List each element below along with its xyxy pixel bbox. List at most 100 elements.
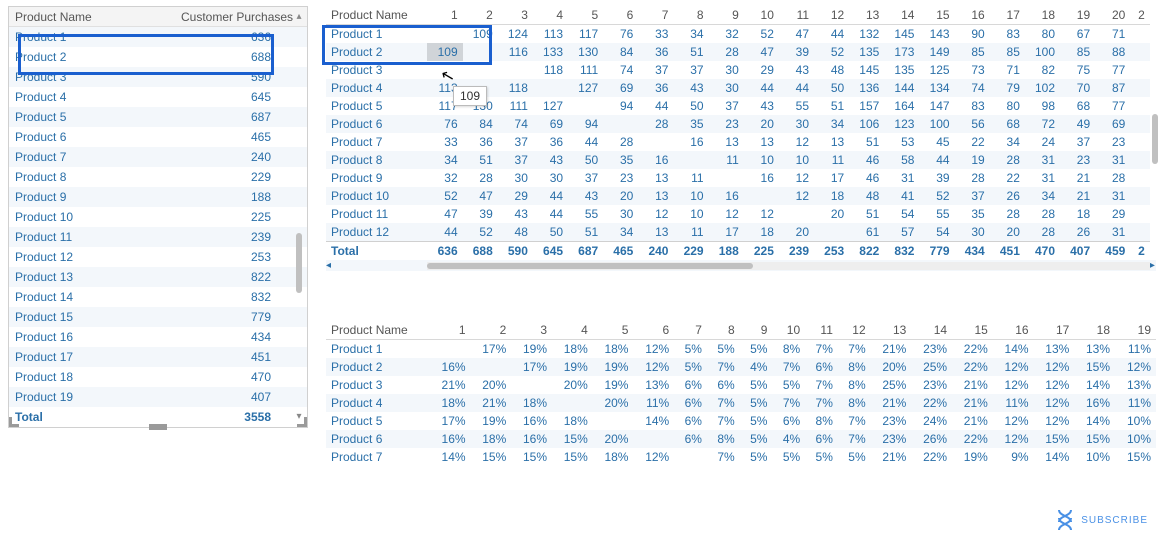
data-cell[interactable]: 106 (849, 115, 884, 133)
data-cell[interactable]: 30 (955, 223, 990, 242)
table-row[interactable]: Product 13822 (9, 267, 307, 287)
data-cell[interactable] (673, 151, 708, 169)
data-cell[interactable]: 15% (552, 430, 593, 448)
data-cell[interactable]: 31 (1025, 169, 1060, 187)
data-cell[interactable]: 19% (952, 448, 993, 466)
data-cell[interactable]: 16% (511, 430, 552, 448)
data-cell[interactable]: 77 (1095, 97, 1130, 115)
col-header[interactable]: 12 (838, 321, 871, 340)
col-header[interactable]: 8 (707, 321, 740, 340)
data-cell[interactable]: 12% (993, 430, 1034, 448)
data-cell[interactable]: 30 (603, 205, 638, 223)
data-cell[interactable]: 69 (603, 79, 638, 97)
col-header[interactable]: 11 (805, 321, 838, 340)
data-cell[interactable]: 37 (1060, 133, 1095, 151)
data-cell[interactable] (463, 43, 498, 61)
data-cell[interactable]: 100 (919, 115, 954, 133)
data-cell[interactable]: 37 (498, 133, 533, 151)
data-cell[interactable]: 28 (1025, 205, 1060, 223)
data-cell[interactable]: 113 (427, 79, 462, 97)
data-cell[interactable]: 20 (814, 205, 849, 223)
table-row[interactable]: Product 616%18%16%15%20%6%8%5%4%6%7%23%2… (326, 430, 1156, 448)
data-cell[interactable]: 35 (955, 205, 990, 223)
data-cell[interactable]: 15% (552, 448, 593, 466)
table-row[interactable]: Product 9188 (9, 187, 307, 207)
data-cell[interactable]: 109 (463, 25, 498, 44)
data-cell[interactable]: 136 (849, 79, 884, 97)
data-cell[interactable]: 14% (993, 340, 1034, 359)
data-cell[interactable]: 51 (849, 205, 884, 223)
data-cell[interactable]: 117 (427, 97, 462, 115)
data-cell[interactable]: 55 (779, 97, 814, 115)
scroll-right-icon[interactable]: ▸ (1150, 260, 1156, 271)
data-cell[interactable] (1130, 25, 1150, 44)
data-cell[interactable]: 16 (673, 133, 708, 151)
data-cell[interactable]: 123 (884, 115, 919, 133)
data-cell[interactable]: 11% (1115, 340, 1156, 359)
data-cell[interactable]: 43 (498, 205, 533, 223)
data-cell[interactable]: 12% (1034, 412, 1075, 430)
data-cell[interactable]: 118 (498, 79, 533, 97)
data-cell[interactable]: 5% (707, 340, 740, 359)
data-cell[interactable]: 20% (471, 376, 512, 394)
data-cell[interactable]: 37 (568, 169, 603, 187)
data-cell[interactable]: 5% (740, 340, 773, 359)
data-cell[interactable]: 88 (1095, 43, 1130, 61)
data-cell[interactable]: 23% (871, 430, 912, 448)
data-cell[interactable]: 43 (568, 187, 603, 205)
data-cell[interactable]: 109 (427, 43, 462, 61)
data-cell[interactable]: 5% (740, 448, 773, 466)
data-cell[interactable]: 34 (673, 25, 708, 44)
col-header[interactable]: 7 (638, 6, 673, 25)
data-cell[interactable]: 23% (911, 376, 952, 394)
col-header[interactable]: 3 (498, 6, 533, 25)
data-cell[interactable]: 7% (772, 394, 805, 412)
data-cell[interactable]: 39 (463, 205, 498, 223)
data-cell[interactable]: 98 (1025, 97, 1060, 115)
data-cell[interactable]: 8% (838, 376, 871, 394)
data-cell[interactable]: 44 (638, 97, 673, 115)
data-cell[interactable]: 21% (430, 376, 471, 394)
data-cell[interactable]: 10% (1115, 430, 1156, 448)
data-cell[interactable]: 67 (1060, 25, 1095, 44)
data-cell[interactable]: 14% (633, 412, 674, 430)
table-row[interactable]: Product 14832 (9, 287, 307, 307)
table-row[interactable]: Product 10225 (9, 207, 307, 227)
data-cell[interactable]: 8% (772, 340, 805, 359)
data-cell[interactable]: 12% (1034, 358, 1075, 376)
data-cell[interactable]: 28 (990, 151, 1025, 169)
data-cell[interactable] (552, 394, 593, 412)
table-row[interactable]: Product 12445248505134131117182061575430… (326, 223, 1156, 242)
data-cell[interactable]: 21% (871, 448, 912, 466)
data-cell[interactable]: 6% (674, 394, 707, 412)
data-cell[interactable]: 12% (633, 448, 674, 466)
data-cell[interactable]: 51 (849, 133, 884, 151)
scroll-thumb[interactable] (296, 233, 302, 293)
data-cell[interactable]: 7% (707, 412, 740, 430)
col-header[interactable]: 8 (673, 6, 708, 25)
table-row[interactable]: Product 18470 (9, 367, 307, 387)
data-cell[interactable]: 15% (1074, 358, 1115, 376)
data-cell[interactable]: 111 (568, 61, 603, 79)
data-cell[interactable]: 145 (849, 61, 884, 79)
data-cell[interactable]: 18% (471, 430, 512, 448)
data-cell[interactable]: 12% (993, 412, 1034, 430)
data-cell[interactable] (709, 169, 744, 187)
data-cell[interactable] (498, 61, 533, 79)
data-cell[interactable]: 15% (471, 448, 512, 466)
data-cell[interactable]: 21 (1060, 169, 1095, 187)
data-cell[interactable]: 5% (674, 340, 707, 359)
scroll-up-icon[interactable]: ▴ (295, 13, 303, 21)
data-cell[interactable]: 57 (884, 223, 919, 242)
data-cell[interactable]: 85 (1060, 43, 1095, 61)
data-cell[interactable]: 18 (814, 187, 849, 205)
data-cell[interactable]: 13 (638, 187, 673, 205)
data-cell[interactable]: 85 (955, 43, 990, 61)
data-cell[interactable]: 29 (1095, 205, 1130, 223)
table-row[interactable]: Product 16434 (9, 327, 307, 347)
data-cell[interactable]: 13% (1115, 376, 1156, 394)
data-cell[interactable]: 127 (568, 79, 603, 97)
data-cell[interactable]: 44 (533, 187, 568, 205)
data-cell[interactable]: 124 (498, 25, 533, 44)
data-cell[interactable] (633, 430, 674, 448)
